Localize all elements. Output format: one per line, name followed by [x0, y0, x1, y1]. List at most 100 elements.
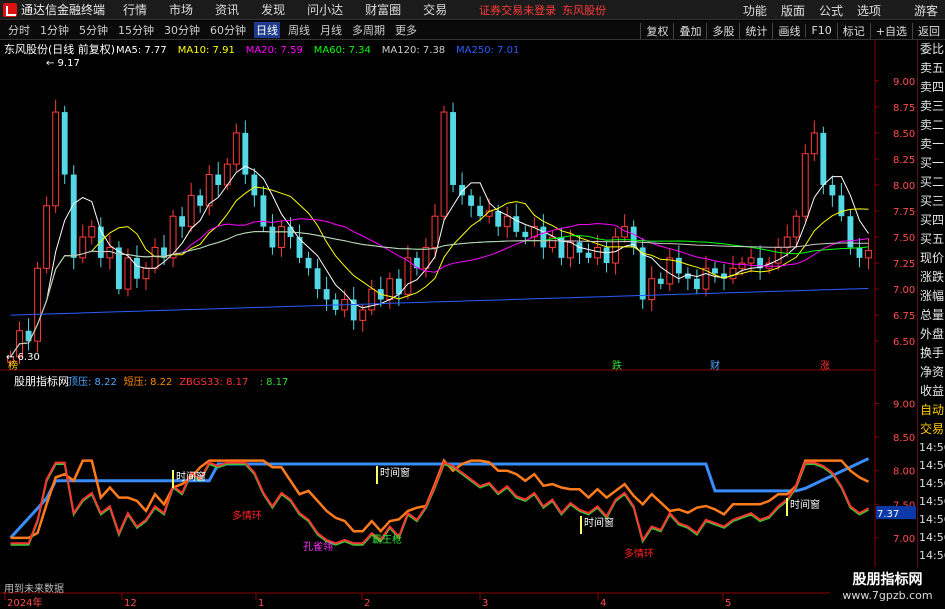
back-button[interactable]: 返回: [912, 22, 945, 39]
tab-1min[interactable]: 1分钟: [38, 22, 71, 38]
candle-body: [747, 257, 755, 264]
tab-daily[interactable]: 日线: [254, 22, 280, 38]
menu-item-trade[interactable]: 交易: [423, 1, 447, 18]
quote-label-11: 现价: [920, 251, 945, 265]
login-status[interactable]: 证券交易未登录: [479, 2, 556, 18]
tab-more[interactable]: 更多: [393, 22, 419, 38]
chart-area[interactable]: 东风股份(日线 前复权) 股朋指标网 9.00 8.75 8.50 8.25 8.00 7…: [0, 40, 917, 609]
quote-label-2: 卖四: [920, 80, 945, 94]
indicator-title: 股朋指标网: [14, 374, 69, 388]
ind-y-tick-label-2: 8.00: [893, 467, 915, 478]
quote-label-5: 卖一: [920, 137, 945, 151]
tick-time-0: 14:56: [919, 441, 945, 454]
candle-body: [503, 215, 511, 228]
quote-label-18: 收益: [920, 384, 945, 398]
candle-body: [712, 268, 718, 274]
tab-15min[interactable]: 15分钟: [116, 22, 156, 38]
candle-body: [350, 299, 357, 321]
ma-label-5: MA250: 7.01: [456, 45, 519, 56]
candle-body: [134, 257, 140, 279]
x-tick-label-2: 1: [258, 598, 264, 609]
quote-label-8: 买三: [920, 194, 945, 208]
indicator-lines: [9, 457, 870, 546]
quote-label-1: 卖五: [920, 61, 945, 75]
quote-label-3: 卖三: [920, 99, 945, 113]
x-tick-label-4: 3: [482, 598, 488, 609]
tab-weekly[interactable]: 周线: [286, 22, 312, 38]
price-axis: 9.00 8.75 8.50 8.25 8.00 7.75 7.50 7.25 7.00 6.75…: [875, 77, 916, 579]
tab-multi-period[interactable]: 多周期: [350, 22, 387, 38]
menu-item-discover[interactable]: 发现: [261, 1, 285, 18]
tab-5min[interactable]: 5分钟: [77, 22, 110, 38]
ma-line-120: [10, 230, 869, 358]
quote-label-14: 总量: [920, 308, 945, 322]
menu-formula[interactable]: 公式: [819, 2, 843, 19]
menu-item-assistant[interactable]: 问小达: [307, 1, 343, 18]
tab-30min[interactable]: 30分钟: [162, 22, 202, 38]
menu-item-quotes[interactable]: 行情: [123, 1, 147, 18]
indicator-annotation-0: 时间窗: [176, 470, 206, 483]
draw-line-button[interactable]: 画线: [772, 22, 805, 39]
menu-item-wealth[interactable]: 财富圈: [365, 1, 401, 18]
quote-label-10: 买五: [920, 232, 945, 246]
quote-label-6: 买一: [920, 156, 945, 170]
candle-body: [314, 268, 321, 290]
x-tick-label-6: 5: [725, 598, 731, 609]
overlay-button[interactable]: 叠加: [673, 22, 706, 39]
top-menu-bar: 通达信金融终端 行情 市场 资讯 发现 问小达 财富圈 交易 证券交易未登录 东…: [0, 0, 945, 20]
tab-60min[interactable]: 60分钟: [208, 22, 248, 38]
ma-line-60: [10, 230, 869, 358]
candle-body: [404, 257, 412, 295]
watermark-name: 股朋指标网: [852, 572, 923, 588]
menu-guest[interactable]: 游客: [914, 2, 938, 19]
chart-svg[interactable]: 东风股份(日线 前复权) 股朋指标网 9.00 8.75 8.50 8.25 8.00 7…: [0, 40, 917, 609]
add-watchlist-button[interactable]: +自选: [869, 22, 912, 39]
mark-button[interactable]: 标记: [836, 22, 870, 39]
candle-body: [829, 184, 836, 196]
quote-label-9: 买四: [920, 213, 945, 227]
restore-rights-button[interactable]: 复权: [640, 22, 673, 39]
auto-trade-label-1[interactable]: 交易: [918, 420, 945, 439]
candle-body: [495, 211, 502, 227]
candle-body: [323, 289, 330, 300]
y-tick-label-3: 8.25: [893, 155, 915, 166]
candle-body: [34, 267, 42, 342]
tab-intraday[interactable]: 分时: [6, 22, 32, 38]
candle-body: [648, 278, 656, 301]
candle-body: [413, 257, 420, 269]
candle-body: [693, 278, 700, 290]
event-marker-1: 跌: [612, 359, 622, 372]
tab-monthly[interactable]: 月线: [318, 22, 344, 38]
watermark: 股朋指标网 www.7gpzb.com: [830, 567, 945, 609]
candle-body: [657, 278, 664, 284]
date-axis: 2024年 12 1 2 3 4 5: [4, 593, 731, 609]
menu-options[interactable]: 选项: [857, 2, 881, 19]
candle-body: [477, 205, 484, 217]
f10-button[interactable]: F10: [805, 24, 836, 37]
candle-body: [70, 174, 77, 258]
candle-body: [865, 250, 872, 259]
menu-layout[interactable]: 版面: [781, 2, 805, 19]
candle-body: [594, 246, 601, 259]
auto-trade-label-0[interactable]: 自动: [918, 401, 945, 420]
quote-label-15: 外盘: [920, 327, 945, 341]
quote-label-16: 换手: [920, 346, 945, 360]
menu-item-news[interactable]: 资讯: [215, 1, 239, 18]
candle-body: [232, 132, 240, 165]
multi-stock-button[interactable]: 多股: [706, 22, 739, 39]
watermark-url: www.7gpzb.com: [842, 589, 933, 602]
tick-time-1: 14:56: [919, 459, 945, 472]
tick-time-6: 14:56: [919, 549, 945, 562]
statistics-button[interactable]: 统计: [739, 22, 772, 39]
indicator-annotation-4: 多情环: [232, 509, 262, 522]
candle-body: [440, 111, 448, 217]
candle-body: [106, 246, 114, 259]
candle-body: [468, 195, 475, 206]
menu-item-market[interactable]: 市场: [169, 1, 193, 18]
menu-function[interactable]: 功能: [743, 2, 767, 19]
candle-body: [513, 216, 520, 232]
indicator-annotation-2: 时间窗: [584, 516, 614, 529]
quote-label-4: 卖二: [920, 118, 945, 132]
quote-label-0: 委比: [920, 42, 945, 56]
ind-y-tick-label-0: 9.00: [893, 399, 915, 410]
